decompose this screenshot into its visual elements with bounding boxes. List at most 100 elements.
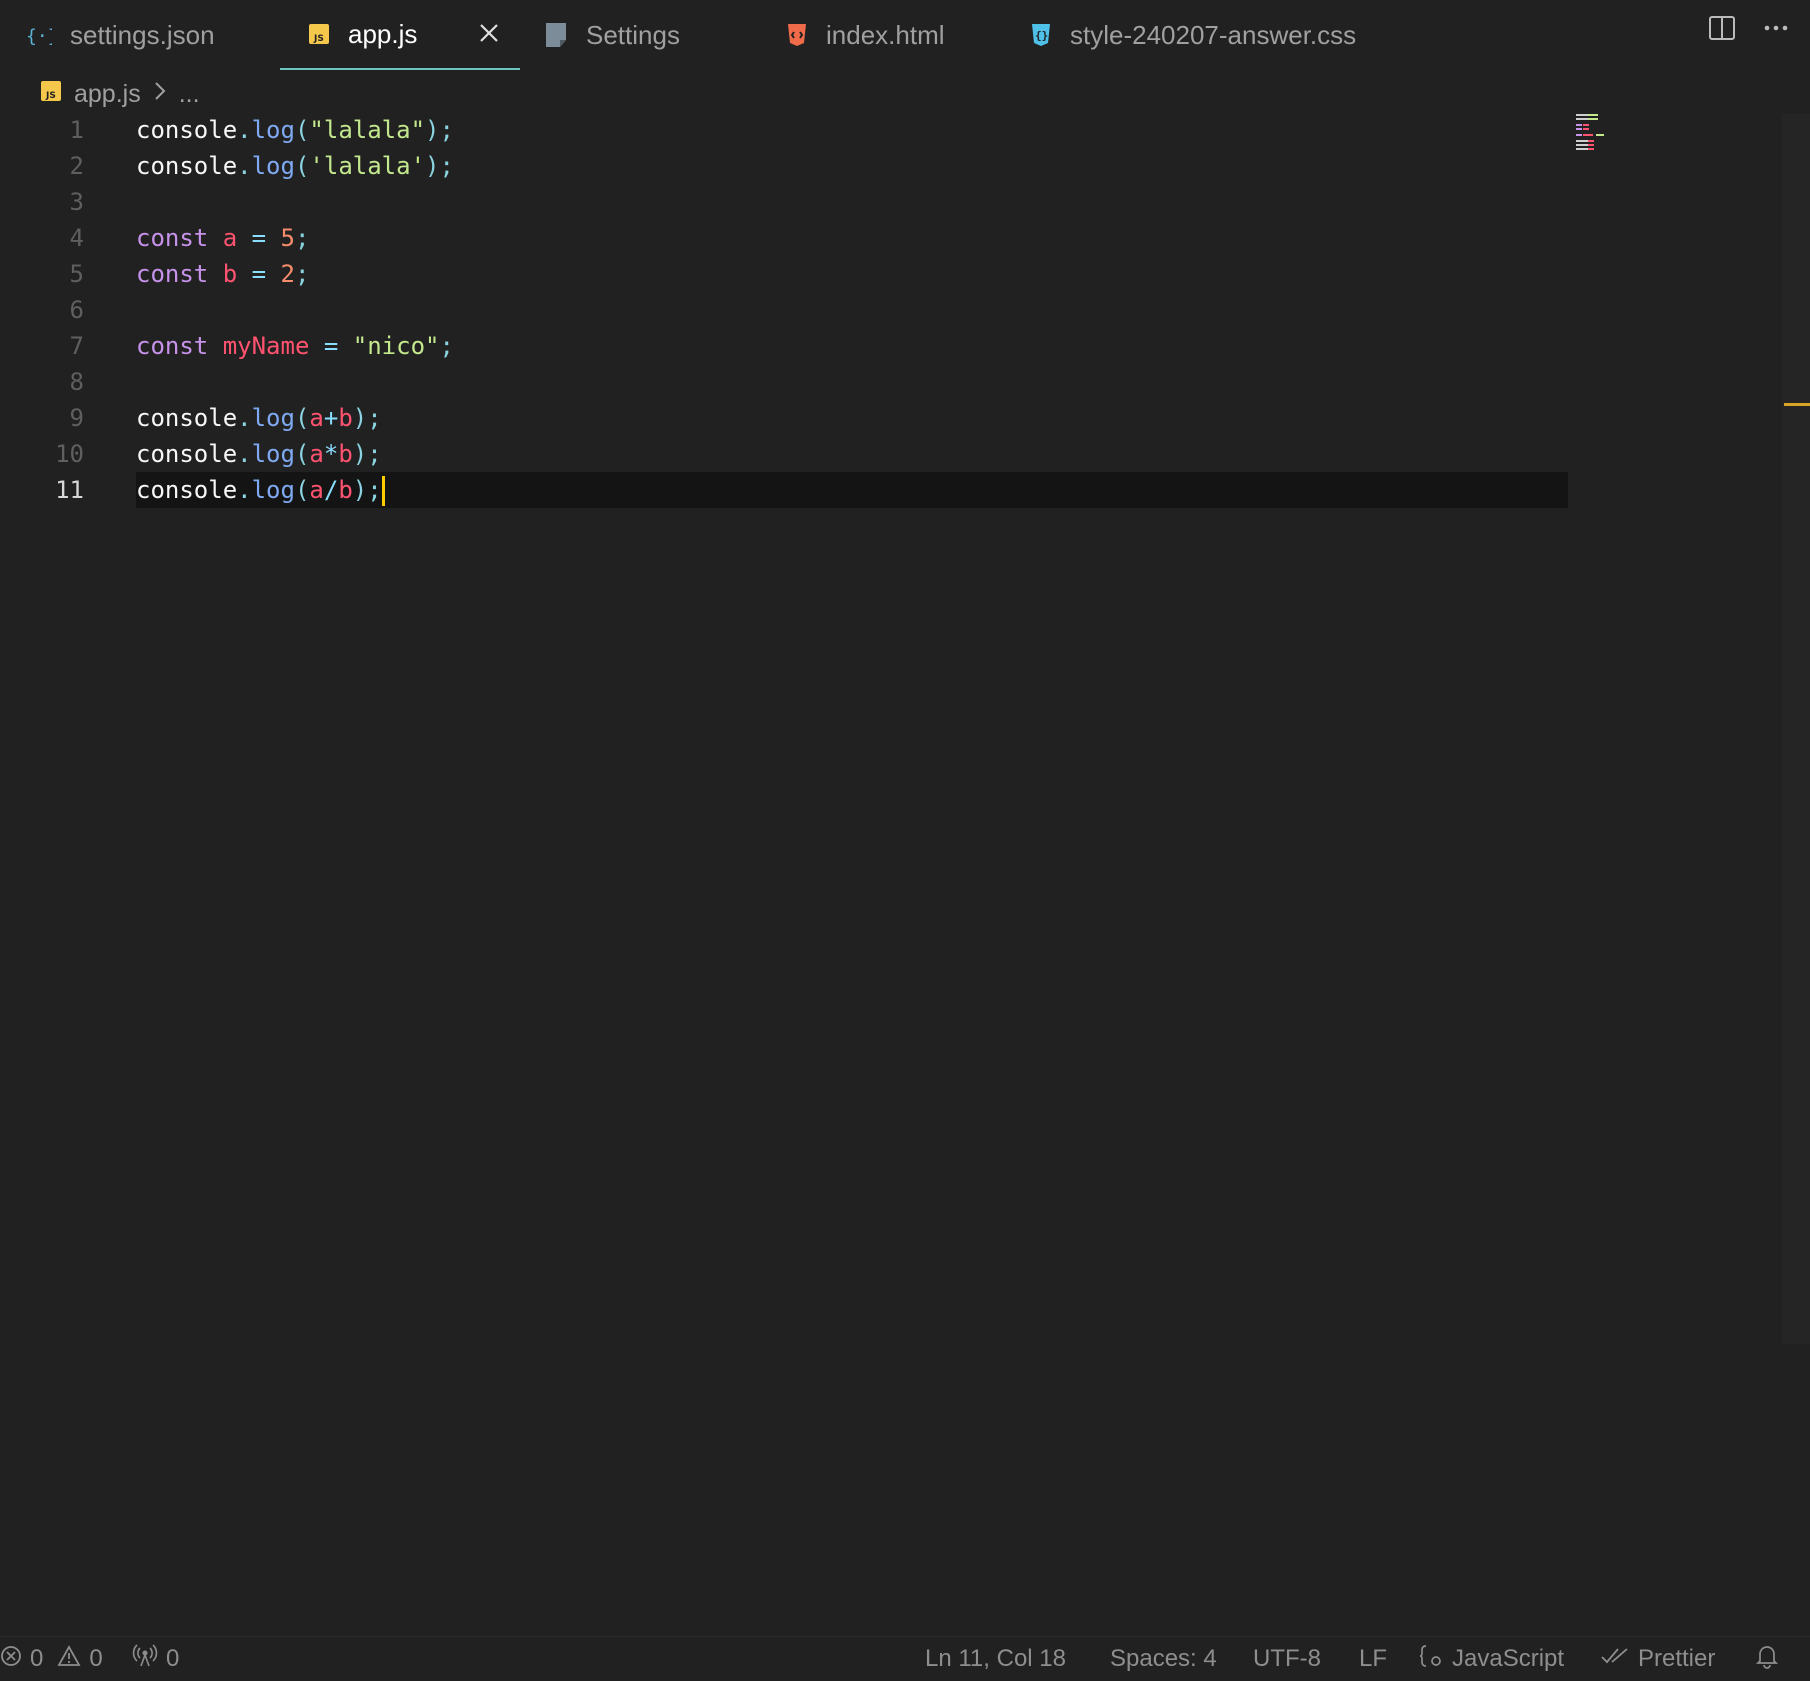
error-icon: [0, 1645, 22, 1674]
code-token: ;: [294, 260, 310, 288]
tab-label: style-240207-answer.css: [1070, 19, 1357, 50]
code-token: a: [309, 476, 324, 504]
line-number: 2: [69, 152, 84, 180]
problems-indicator[interactable]: 0 0: [0, 1637, 103, 1681]
tab-index-html[interactable]: index.html: [760, 0, 1000, 70]
code-line[interactable]: 4 const a = 5;: [0, 220, 1568, 256]
code-line[interactable]: 8: [0, 364, 1568, 400]
code-text: console.log("lalala");: [136, 112, 454, 148]
code-token: ): [425, 116, 440, 144]
code-token: console: [136, 440, 238, 468]
end-of-line[interactable]: LF: [1359, 1637, 1387, 1681]
notifications[interactable]: [1754, 1637, 1780, 1681]
code-token: .: [237, 404, 252, 432]
tab-bar: {·} settings.json JS app.js Settings ind…: [0, 0, 1810, 70]
tab-style-css[interactable]: {} style-240207-answer.css: [1000, 0, 1420, 70]
code-line[interactable]: 9 console.log(a+b);: [0, 400, 1568, 436]
code-token: +: [323, 404, 339, 432]
svg-text:JS: JS: [313, 34, 324, 44]
code-token: (: [294, 152, 310, 180]
code-token: =: [237, 260, 281, 288]
svg-text:{·}: {·}: [26, 26, 52, 47]
code-token: ;: [439, 332, 454, 360]
code-token: /: [323, 476, 339, 504]
language-mode[interactable]: JavaScript: [1418, 1637, 1564, 1681]
code-editor[interactable]: 1 console.log("lalala"); 2 console.log('lal…: [0, 112, 1810, 1632]
code-token: "nico": [352, 332, 440, 360]
line-number: 6: [69, 296, 84, 324]
code-line[interactable]: 1 console.log("lalala");: [0, 112, 1568, 148]
split-editor-icon[interactable]: [1708, 14, 1736, 47]
js-file-icon: JS: [40, 80, 62, 109]
line-number: 1: [69, 116, 84, 144]
encoding[interactable]: UTF-8: [1253, 1637, 1321, 1681]
status-bar: 0 0 0 Ln 11, Col 18 Spaces: 4 UTF-8 LF J…: [0, 1636, 1810, 1681]
code-token: ;: [367, 440, 382, 468]
broadcast-icon: [132, 1643, 158, 1675]
code-line[interactable]: 3: [0, 184, 1568, 220]
breadcrumb-symbols[interactable]: ...: [179, 80, 200, 109]
tab-settings-json[interactable]: {·} settings.json: [0, 0, 270, 70]
warning-count: 0: [89, 1645, 103, 1672]
code-token: b: [222, 260, 238, 288]
chevron-right-icon: [153, 80, 167, 109]
code-line[interactable]: 5 const b = 2;: [0, 256, 1568, 292]
indentation-label: Spaces: 4: [1110, 1645, 1217, 1672]
svg-text:{}: {}: [1035, 29, 1048, 42]
breadcrumb-file[interactable]: app.js: [74, 80, 141, 109]
line-number: 9: [69, 404, 84, 432]
code-token: log: [251, 476, 295, 504]
code-token: *: [323, 440, 339, 468]
minimap[interactable]: [1576, 112, 1626, 162]
settings-file-icon: [544, 22, 568, 48]
more-actions-icon[interactable]: [1762, 14, 1790, 47]
braces-gear-icon: [1418, 1643, 1444, 1676]
prettier-label: Prettier: [1638, 1645, 1716, 1672]
code-line[interactable]: 6: [0, 292, 1568, 328]
code-line[interactable]: 7 const myName = "nico";: [0, 328, 1568, 364]
tab-app-js[interactable]: JS app.js: [280, 0, 520, 70]
code-token: =: [309, 332, 353, 360]
cursor-position-label: Ln 11, Col 18: [925, 1645, 1066, 1672]
code-text: console.log(a*b);: [136, 436, 382, 472]
code-line[interactable]: 11 console.log(a/b);: [0, 472, 1568, 508]
tab-label: app.js: [348, 18, 418, 49]
bell-icon: [1754, 1643, 1780, 1676]
code-token: .: [237, 152, 252, 180]
code-token: (: [294, 404, 310, 432]
code-token: ): [352, 476, 368, 504]
line-number: 10: [55, 440, 84, 468]
code-token: ): [352, 440, 368, 468]
code-text: console.log(a/b);: [136, 472, 385, 508]
cursor-position[interactable]: Ln 11, Col 18: [925, 1637, 1066, 1681]
ports-count: 0: [166, 1645, 180, 1672]
code-line[interactable]: 10 console.log(a*b);: [0, 436, 1568, 472]
code-token: const: [136, 332, 209, 360]
ports-indicator[interactable]: 0: [132, 1637, 179, 1681]
tab-label: settings.json: [70, 19, 215, 50]
line-number: 4: [69, 224, 84, 252]
code-token: .: [237, 440, 252, 468]
css3-icon: {}: [1030, 23, 1052, 47]
prettier-status[interactable]: Prettier: [1600, 1637, 1715, 1681]
code-text: const myName = "nico";: [136, 328, 454, 364]
json-braces-icon: {·}: [26, 22, 52, 48]
code-line[interactable]: 2 console.log('lalala');: [0, 148, 1568, 184]
code-token: log: [251, 116, 295, 144]
code-token: ): [352, 404, 368, 432]
code-token: console: [136, 152, 238, 180]
close-icon[interactable]: [476, 20, 502, 46]
tab-settings[interactable]: Settings: [520, 0, 760, 70]
code-token: console: [136, 476, 238, 504]
vertical-scrollbar[interactable]: [1782, 114, 1810, 1344]
code-token: a: [222, 224, 238, 252]
error-count: 0: [30, 1645, 44, 1672]
indentation[interactable]: Spaces: 4: [1110, 1637, 1217, 1681]
line-number: 11: [55, 476, 84, 504]
cursor-position-marker: [1784, 403, 1810, 406]
code-token: const: [136, 260, 209, 288]
line-number: 8: [69, 368, 84, 396]
warning-icon: [57, 1644, 81, 1674]
